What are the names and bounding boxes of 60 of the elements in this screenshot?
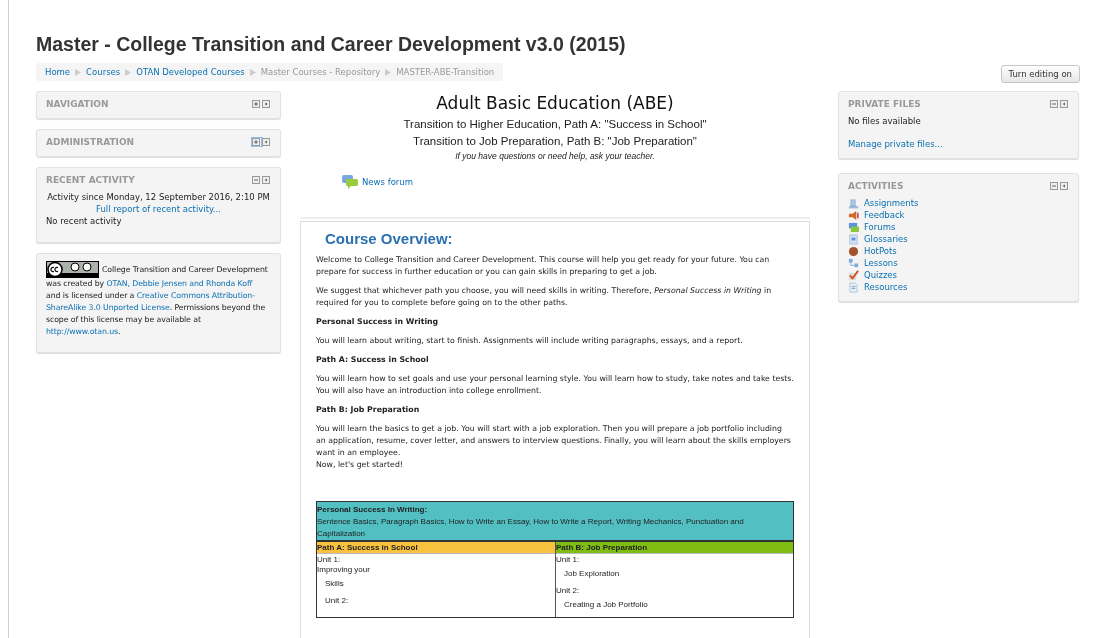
block-controls-icon[interactable] (251, 99, 271, 109)
activity-link[interactable]: Quizzes (848, 269, 898, 281)
block-title: ADMINISTRATION (46, 137, 135, 147)
block-controls-icon[interactable] (1049, 99, 1069, 109)
report-link[interactable]: Full report of recent activity... (96, 204, 221, 214)
activity-link[interactable]: HotPots (848, 245, 897, 257)
table-cell-text: Unit 2: (324, 596, 350, 605)
breadcrumb-link[interactable]: OTAN Developed Courses (136, 67, 245, 77)
breadcrumb-link[interactable]: Master Courses - Repository (260, 67, 381, 77)
diagram-icon (848, 257, 859, 269)
activity-link[interactable]: Lessons (848, 257, 898, 269)
table-cell-text: Creating a Job Portfolio (563, 600, 649, 609)
separator-icon (249, 68, 256, 76)
block-title: RECENT ACTIVITY (46, 175, 135, 185)
course-subtitle: Transition to Job Preparation, Path B: "Job Preparation" (412, 135, 698, 147)
forum-icon (848, 221, 859, 233)
breadcrumb-link[interactable]: MASTER-ABE-Transition (396, 67, 495, 77)
breadcrumb-link[interactable]: Courses (86, 67, 121, 77)
table-cell-text: Improving your (317, 565, 371, 574)
table-cell-text: Skills (324, 579, 345, 588)
table-header-cell: Path B: Job Preparation (556, 542, 793, 554)
cc-license-icon (46, 261, 99, 278)
table-cell-text: Unit 1: (317, 555, 342, 564)
page-icon (848, 281, 859, 293)
manage-files-link[interactable]: Manage private files... (848, 139, 943, 149)
table-cell-text: Job Exploration (563, 569, 621, 578)
activity-link[interactable]: Resources (848, 281, 908, 293)
table-header-cell: Path A: Success in School (317, 542, 555, 554)
help-note: If you have questions or need help, ask your teacher. (454, 151, 656, 161)
block-title: PRIVATE FILES (848, 99, 921, 109)
activity-since-text: Activity since Monday, 12 September 2016, 2:10 PM (46, 191, 271, 203)
block-controls-icon[interactable] (251, 137, 271, 147)
table-cell-text: Unit 2: (556, 586, 581, 595)
separator-icon (385, 68, 392, 76)
block-title: ACTIVITIES (848, 181, 904, 191)
block-controls-icon[interactable] (1049, 181, 1069, 191)
circle-icon (848, 245, 859, 257)
table-cell-text: Personal Success In Writing: (317, 504, 429, 516)
separator-icon (75, 68, 82, 76)
checkmark-icon (848, 269, 859, 281)
course-title: Adult Basic Education (ABE) (435, 93, 675, 113)
activity-link[interactable]: Feedback (848, 209, 905, 221)
activity-link[interactable]: Forums (848, 221, 896, 233)
megaphone-icon (848, 209, 859, 221)
overview-heading: Course Overview: (325, 230, 454, 247)
block-title: NAVIGATION (46, 99, 109, 109)
news-forum-link[interactable]: News forum (342, 175, 414, 189)
activity-link[interactable]: Assignments (848, 197, 919, 209)
page-title: Master - College Transition and Career Development v3.0 (2015) (36, 33, 627, 56)
breadcrumb-link[interactable]: Home (45, 67, 71, 77)
empty-text: No recent activity (46, 215, 123, 227)
block-controls-icon[interactable] (251, 175, 271, 185)
table-cell-text: Unit 1: (556, 555, 581, 564)
forum-icon (342, 175, 358, 189)
course-subtitle: Transition to Higher Education, Path A: "Success in School" (402, 118, 708, 130)
separator-icon (125, 68, 132, 76)
turn-editing-on-button[interactable]: Turn editing on (1000, 65, 1080, 83)
activity-link[interactable]: Glossaries (848, 233, 908, 245)
table-cell-text: Sentence Basics, Paragraph Basics, How to Write an Essay, How to Write a Report, Writing Mechanics, Punctuation and Capitalization (317, 516, 745, 540)
empty-text: No files available (848, 115, 922, 127)
